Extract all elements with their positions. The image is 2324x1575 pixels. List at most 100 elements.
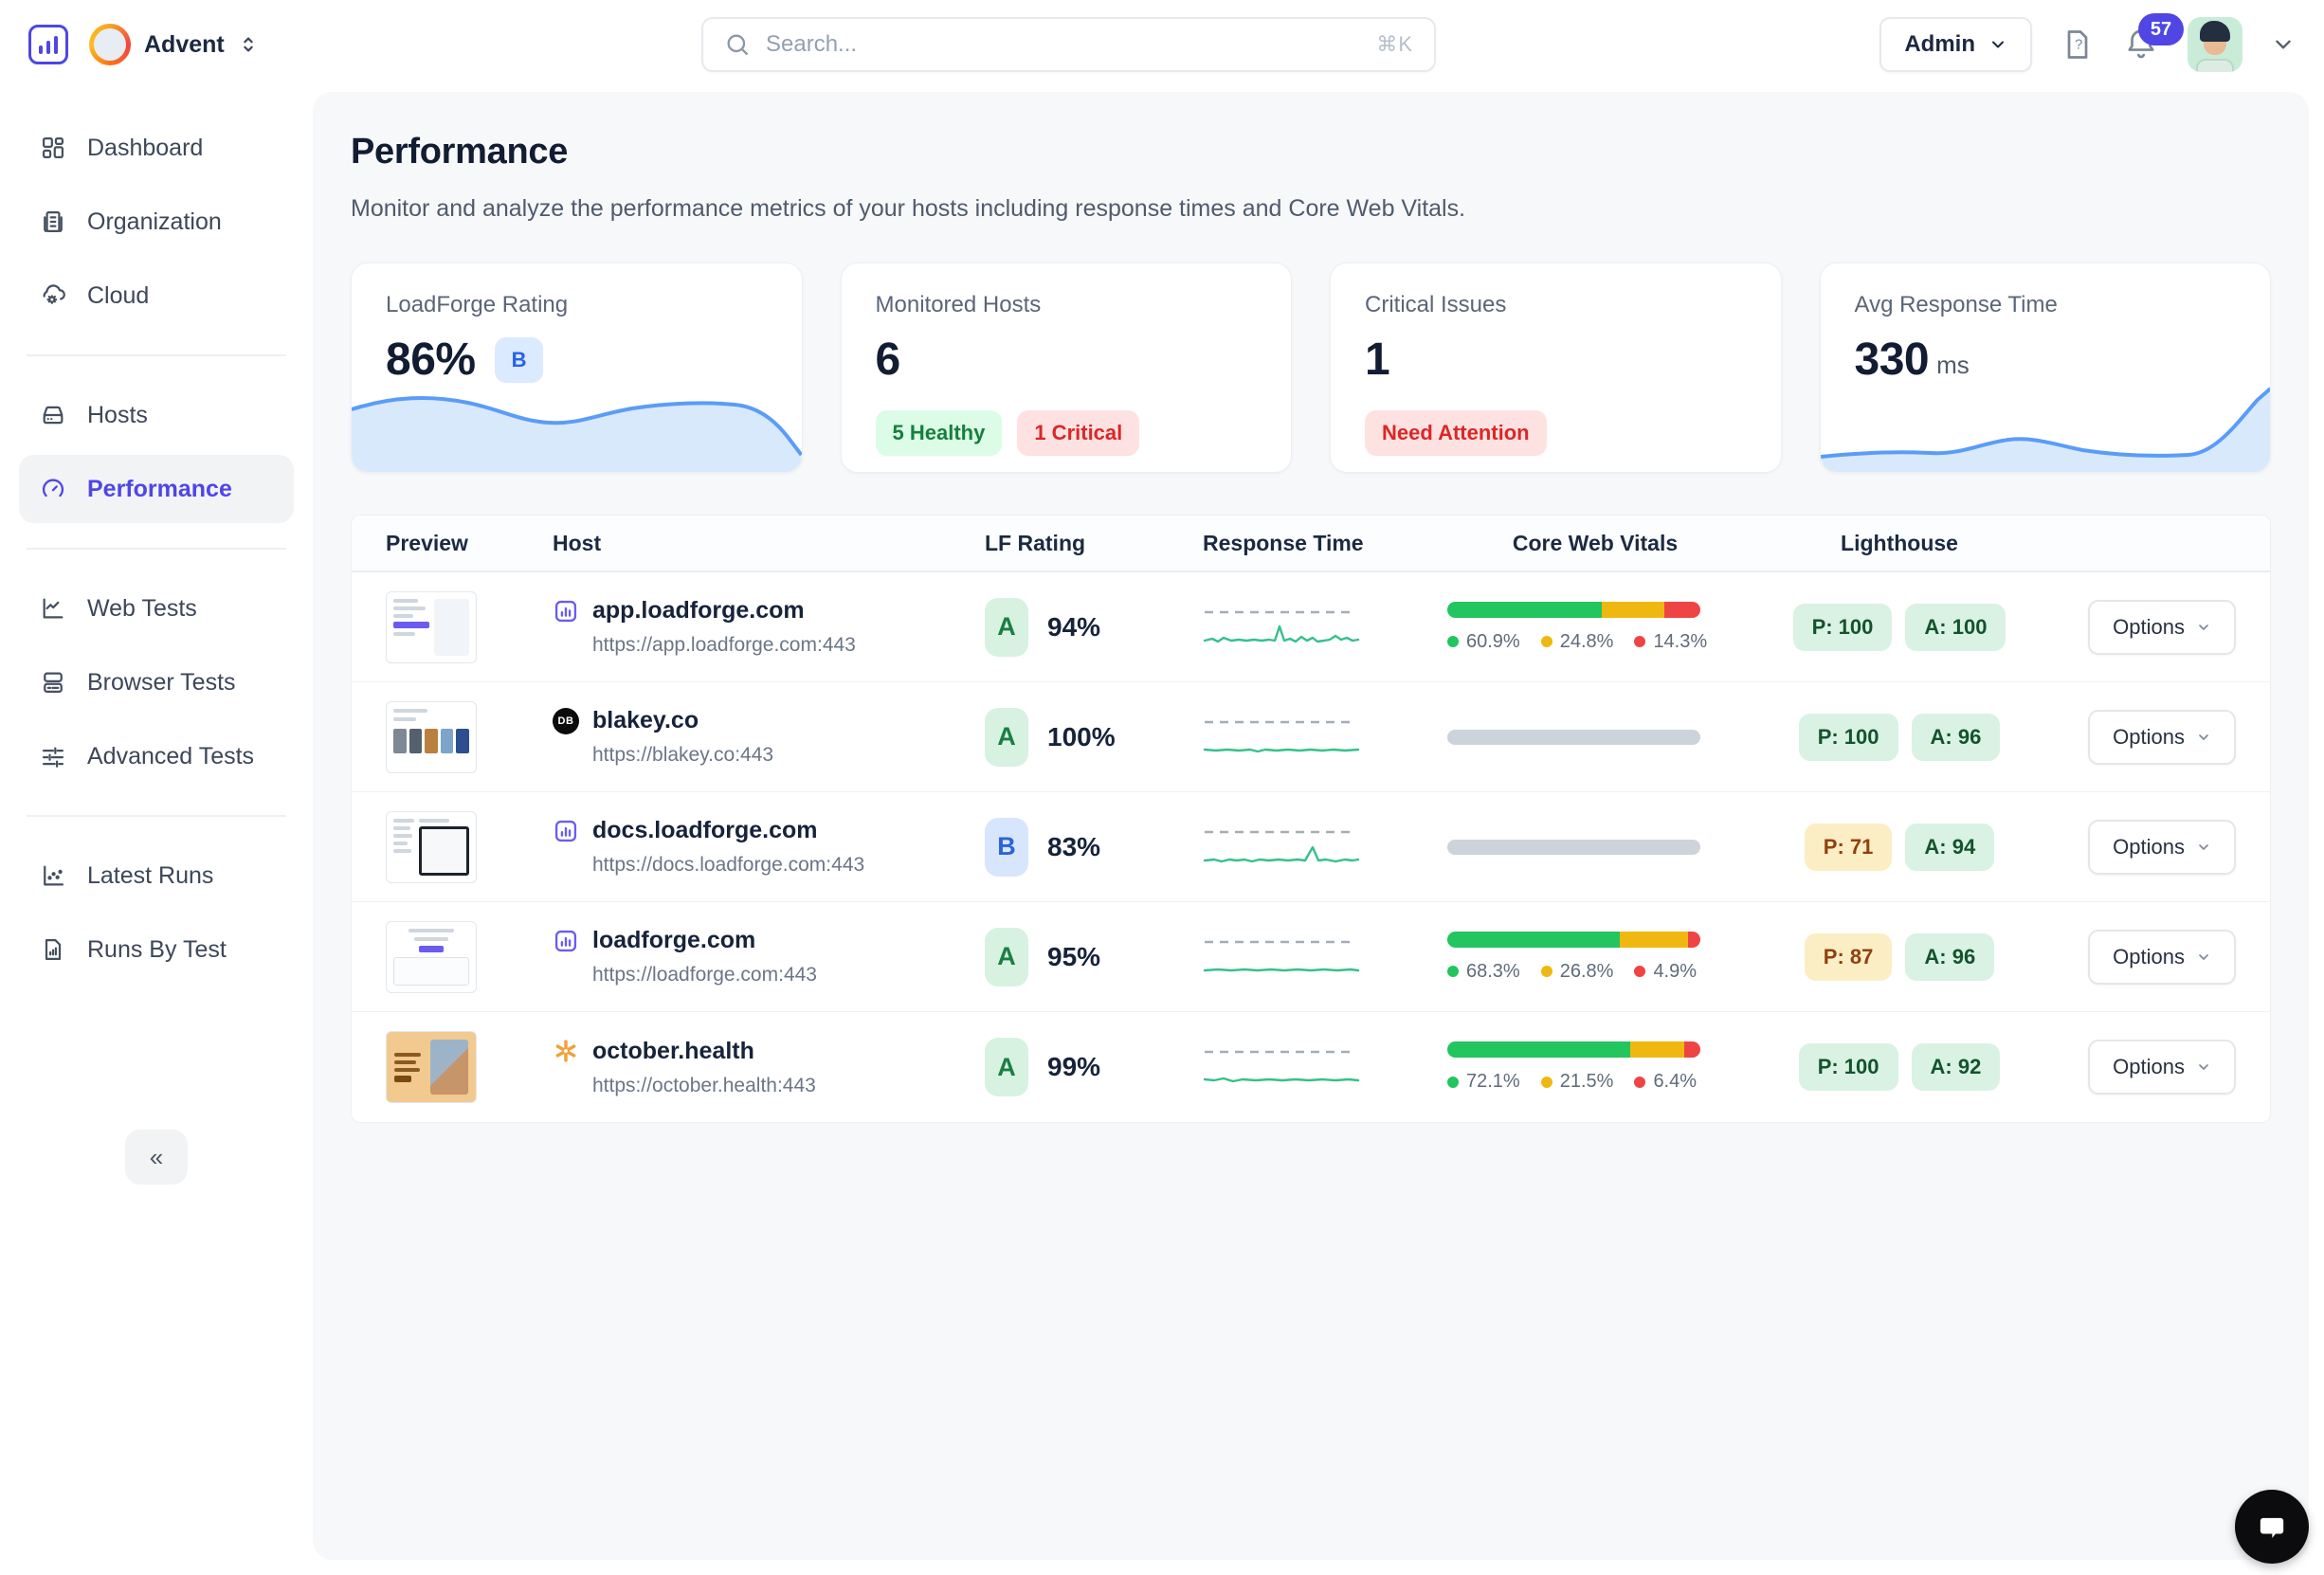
scatter-chart-icon xyxy=(40,862,66,889)
cwv-poor-dot xyxy=(1634,966,1645,977)
sidebar-divider xyxy=(27,354,286,356)
host-preview-thumbnail[interactable] xyxy=(386,591,477,663)
cwv-good-dot xyxy=(1447,966,1459,977)
sidebar-item-advanced-tests[interactable]: Advanced Tests xyxy=(19,722,294,790)
host-preview-thumbnail[interactable] xyxy=(386,1031,477,1103)
host-options-button[interactable]: Options xyxy=(2088,820,2236,875)
loadforge-logo-icon[interactable] xyxy=(28,25,68,64)
host-options-button[interactable]: Options xyxy=(2088,1040,2236,1095)
search-icon xyxy=(724,31,751,58)
host-name[interactable]: october.health xyxy=(592,1038,754,1065)
host-preview-thumbnail[interactable] xyxy=(386,701,477,773)
sidebar-item-dashboard[interactable]: Dashboard xyxy=(19,114,294,182)
lighthouse-performance-badge: P: 87 xyxy=(1805,933,1893,981)
user-menu-button[interactable] xyxy=(2271,32,2296,57)
page-title: Performance xyxy=(351,132,2271,172)
response-time-sparkline xyxy=(1203,1041,1364,1094)
lf-rating-grade-badge: A xyxy=(985,1038,1028,1096)
org-selector-icon xyxy=(238,34,259,55)
host-preview-thumbnail[interactable] xyxy=(386,811,477,883)
lf-rating-grade-badge: A xyxy=(985,708,1028,767)
avg-response-time-value: 330 xyxy=(1855,334,1930,386)
cwv-ni-dot xyxy=(1541,966,1552,977)
search-input[interactable] xyxy=(766,31,1361,58)
lf-rating-percent: 94% xyxy=(1047,612,1100,643)
org-name: Advent xyxy=(144,31,225,59)
monitored-hosts-value: 6 xyxy=(876,334,900,386)
app-root: Advent ⌘K Admin ? 57 xyxy=(0,0,2324,1575)
svg-text:?: ? xyxy=(2075,37,2082,53)
hosts-table: Preview Host LF Rating Response Time Cor… xyxy=(351,515,2271,1123)
column-header-response-time: Response Time xyxy=(1203,531,1447,556)
host-preview-thumbnail[interactable] xyxy=(386,921,477,993)
cwv-ni-dot xyxy=(1541,636,1552,647)
sidebar-item-organization[interactable]: Organization xyxy=(19,188,294,256)
lf-rating-percent: 83% xyxy=(1047,832,1100,862)
core-web-vitals-empty xyxy=(1447,840,1700,855)
host-options-button[interactable]: Options xyxy=(2088,600,2236,655)
host-row-october-health: october.health https://october.health:44… xyxy=(352,1012,2270,1122)
help-doc-icon: ? xyxy=(2061,27,2095,62)
org-switcher[interactable]: Advent xyxy=(89,24,259,65)
column-header-host: Host xyxy=(553,531,985,556)
response-time-sparkline xyxy=(1203,601,1364,654)
host-url: https://app.loadforge.com:443 xyxy=(553,634,985,657)
host-name[interactable]: blakey.co xyxy=(592,707,699,734)
column-header-core-web-vitals: Core Web Vitals xyxy=(1447,531,1743,556)
sidebar-item-runs-by-test[interactable]: Runs By Test xyxy=(19,915,294,984)
sidebar-item-browser-tests[interactable]: Browser Tests xyxy=(19,648,294,716)
sidebar-item-web-tests[interactable]: Web Tests xyxy=(19,574,294,643)
host-name[interactable]: docs.loadforge.com xyxy=(592,817,818,844)
dashboard-icon xyxy=(40,135,66,161)
column-header-lf-rating: LF Rating xyxy=(985,531,1203,556)
lighthouse-accessibility-badge: A: 92 xyxy=(1912,1043,2001,1091)
host-name[interactable]: app.loadforge.com xyxy=(592,597,805,625)
host-options-button[interactable]: Options xyxy=(2088,930,2236,985)
line-chart-icon xyxy=(40,595,66,622)
chat-bubble-icon xyxy=(2253,1508,2291,1546)
help-button[interactable]: ? xyxy=(2061,27,2095,62)
cwv-ni-dot xyxy=(1541,1077,1552,1088)
sidebar-item-latest-runs[interactable]: Latest Runs xyxy=(19,842,294,910)
host-name[interactable]: loadforge.com xyxy=(592,927,755,954)
host-url: https://loadforge.com:443 xyxy=(553,964,985,987)
cwv-poor-dot xyxy=(1634,636,1645,647)
chevron-down-icon xyxy=(1988,35,2007,54)
bar-chart-favicon xyxy=(553,928,579,954)
sidebar-item-hosts[interactable]: Hosts xyxy=(19,381,294,449)
response-time-sparkline xyxy=(1203,931,1364,984)
server-icon xyxy=(40,402,66,428)
lf-rating-percent: 95% xyxy=(1047,942,1100,972)
sidebar-collapse-button[interactable]: « xyxy=(125,1130,188,1185)
sidebar-item-performance[interactable]: Performance xyxy=(19,455,294,523)
notifications-button[interactable]: 57 xyxy=(2123,27,2159,63)
host-options-button[interactable]: Options xyxy=(2088,710,2236,765)
search-box[interactable]: ⌘K xyxy=(701,17,1436,72)
report-file-icon xyxy=(40,936,66,963)
stat-card-loadforge-rating: LoadForge Rating 86% B xyxy=(351,262,803,473)
organization-icon xyxy=(40,208,66,235)
sidebar-divider xyxy=(27,815,286,817)
stat-card-monitored-hosts: Monitored Hosts 6 5 Healthy 1 Critical xyxy=(841,262,1293,473)
chat-button[interactable] xyxy=(2235,1490,2309,1564)
lighthouse-accessibility-badge: A: 94 xyxy=(1905,824,1994,871)
admin-menu-button[interactable]: Admin xyxy=(1879,17,2032,72)
chevron-down-icon xyxy=(2196,1059,2211,1075)
chevron-down-icon xyxy=(2196,840,2211,855)
lighthouse-performance-badge: P: 100 xyxy=(1799,714,1898,761)
critical-issues-value: 1 xyxy=(1365,334,1389,386)
chevron-down-icon xyxy=(2196,620,2211,635)
org-avatar xyxy=(89,24,131,65)
lf-rating-percent: 100% xyxy=(1047,722,1116,752)
db-favicon: DB xyxy=(553,708,579,734)
sidebar: Dashboard Organization Cloud Hosts Perfo… xyxy=(0,89,313,1575)
response-time-sparkline xyxy=(1203,821,1364,874)
sidebar-item-cloud[interactable]: Cloud xyxy=(19,262,294,330)
column-header-lighthouse: Lighthouse xyxy=(1743,531,2056,556)
host-url: https://october.health:443 xyxy=(553,1075,985,1097)
notification-count-badge: 57 xyxy=(2138,13,2184,45)
host-row-docs-loadforge: docs.loadforge.com https://docs.loadforg… xyxy=(352,792,2270,902)
browser-stack-icon xyxy=(40,669,66,696)
user-avatar[interactable] xyxy=(2188,17,2242,72)
core-web-vitals: 60.9% 24.8% 14.3% xyxy=(1447,602,1700,653)
